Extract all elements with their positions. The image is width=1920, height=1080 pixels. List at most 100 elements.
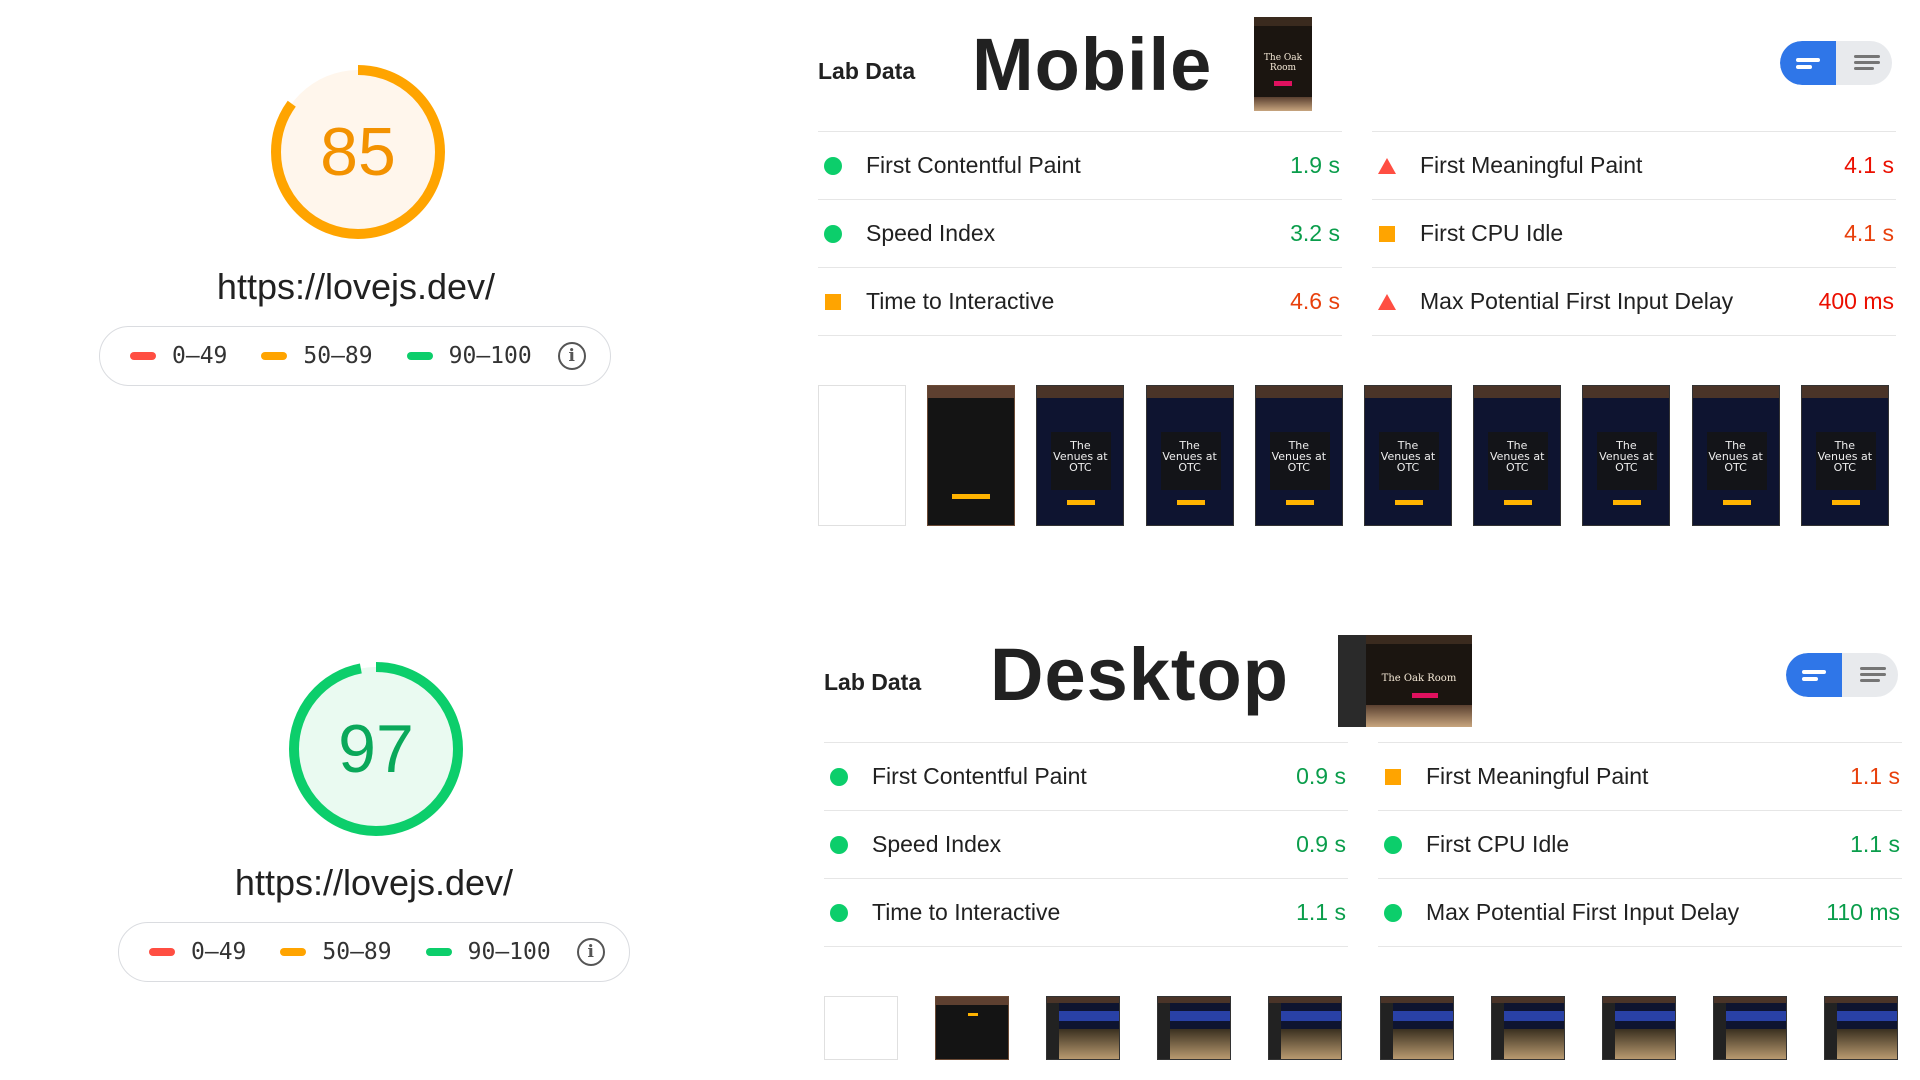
pass-circle-icon <box>830 903 848 922</box>
performance-score-gauge: 97 <box>284 657 468 841</box>
metric-label: First Contentful Paint <box>866 152 1081 178</box>
filmstrip-frame <box>1712 996 1787 1060</box>
filmstrip-frame <box>1490 996 1565 1060</box>
metric-label: First CPU Idle <box>1426 831 1570 857</box>
lab-data-title: Lab Data <box>824 669 922 695</box>
average-range-icon <box>280 948 307 956</box>
page-url: https://lovejs.dev/ <box>234 862 514 903</box>
filmstrip-frame: The Venues at OTC <box>1036 385 1125 526</box>
filmstrip-frame-blank <box>824 996 898 1060</box>
mobile-report: 85 https://lovejs.dev/ 0–49 50–89 90–100… <box>0 0 1920 560</box>
legend-item-fail: 0–49 <box>149 939 246 965</box>
metric-value: 1.9 s <box>1290 152 1340 178</box>
pass-circle-icon <box>1384 835 1402 854</box>
metric-label: Time to Interactive <box>866 288 1055 314</box>
filmstrip-frame-blank <box>818 385 906 526</box>
info-icon[interactable]: i <box>557 342 586 370</box>
filmstrip-frame: The Venues at OTC <box>1473 385 1562 526</box>
metric-value: 1.1 s <box>1296 899 1346 925</box>
average-square-icon <box>1385 768 1401 785</box>
fail-triangle-icon <box>1378 157 1396 174</box>
metric-label: Time to Interactive <box>872 899 1061 925</box>
average-square-icon <box>1379 225 1395 242</box>
pass-circle-icon <box>824 156 842 175</box>
metric-row: First CPU Idle 4.1 s <box>1372 200 1896 268</box>
pass-range-icon <box>406 352 433 360</box>
metric-value: 110 ms <box>1826 899 1900 925</box>
metric-value: 0.9 s <box>1296 831 1346 857</box>
fail-range-icon <box>130 352 156 360</box>
metric-row: First Meaningful Paint 1.1 s <box>1378 743 1902 811</box>
info-icon[interactable]: i <box>576 938 605 966</box>
score-legend: 0–49 50–89 90–100 i <box>99 326 611 386</box>
metric-row: Speed Index 0.9 s <box>824 811 1348 879</box>
filmstrip-frame: The Venues at OTC <box>1800 385 1889 526</box>
filmstrip-frame <box>1268 996 1343 1060</box>
metric-row: Speed Index 3.2 s <box>818 200 1342 268</box>
metric-value: 4.6 s <box>1290 288 1340 314</box>
filmstrip-frame <box>1823 996 1898 1060</box>
filmstrip-frame <box>1379 996 1454 1060</box>
metric-value: 4.1 s <box>1844 152 1894 178</box>
metric-row: Time to Interactive 4.6 s <box>818 268 1342 336</box>
lab-data-title: Lab Data <box>818 58 916 84</box>
metrics-column-left: First Contentful Paint 0.9 s Speed Index 0.… <box>824 742 1348 947</box>
pass-circle-icon <box>824 224 842 243</box>
metric-label: First Meaningful Paint <box>1420 152 1643 178</box>
view-toggle[interactable] <box>1786 653 1898 697</box>
metric-value: 4.1 s <box>1844 220 1894 246</box>
legend-item-average: 50–89 <box>261 343 373 369</box>
pass-circle-icon <box>830 767 848 786</box>
metric-row: First CPU Idle 1.1 s <box>1378 811 1902 879</box>
metric-row: Time to Interactive 1.1 s <box>824 879 1348 947</box>
toggle-compact-view[interactable] <box>1786 653 1842 697</box>
metric-label: Speed Index <box>866 220 996 246</box>
filmstrip-frame: The Venues at OTC <box>1254 385 1343 526</box>
metric-value: 400 ms <box>1818 288 1894 314</box>
device-title: Desktop <box>990 633 1289 716</box>
view-toggle[interactable] <box>1780 41 1892 85</box>
average-range-icon <box>261 352 288 360</box>
score-value: 85 <box>320 114 396 190</box>
metric-row: First Contentful Paint 1.9 s <box>818 132 1342 200</box>
filmstrip-frame: The Venues at OTC <box>1691 385 1780 526</box>
metrics-column-right: First Meaningful Paint 1.1 s First CPU Idl… <box>1378 742 1902 947</box>
score-legend: 0–49 50–89 90–100 i <box>118 922 630 982</box>
metric-row: Max Potential First Input Delay 110 ms <box>1378 879 1902 947</box>
fail-triangle-icon <box>1378 293 1396 310</box>
legend-item-fail: 0–49 <box>130 343 227 369</box>
metric-label: Max Potential First Input Delay <box>1426 899 1740 925</box>
filmstrip-frame: The Venues at OTC <box>1145 385 1234 526</box>
device-title: Mobile <box>972 23 1213 106</box>
metric-value: 1.1 s <box>1850 763 1900 789</box>
metric-label: First Meaningful Paint <box>1426 763 1649 789</box>
metric-row: Max Potential First Input Delay 400 ms <box>1372 268 1896 336</box>
legend-item-pass: 90–100 <box>425 939 551 965</box>
metric-row: First Contentful Paint 0.9 s <box>824 743 1348 811</box>
pass-range-icon <box>425 948 452 956</box>
metric-value: 0.9 s <box>1296 763 1346 789</box>
filmstrip-frame-loading <box>927 385 1016 526</box>
metric-row: First Meaningful Paint 4.1 s <box>1372 132 1896 200</box>
metric-label: First Contentful Paint <box>872 763 1087 789</box>
metric-label: Speed Index <box>872 831 1002 857</box>
score-value: 97 <box>338 711 414 787</box>
performance-score-gauge: 85 <box>266 60 450 244</box>
filmstrip-frame-loading <box>935 996 1010 1060</box>
pass-circle-icon <box>1384 903 1402 922</box>
fail-range-icon <box>149 948 175 956</box>
metric-value: 1.1 s <box>1850 831 1900 857</box>
toggle-compact-view[interactable] <box>1780 41 1836 85</box>
filmstrip-frame: The Venues at OTC <box>1364 385 1452 526</box>
metric-value: 3.2 s <box>1290 220 1340 246</box>
pass-circle-icon <box>830 835 848 854</box>
filmstrip-frame <box>1157 996 1232 1060</box>
metrics-column-right: First Meaningful Paint 4.1 s First CPU Idl… <box>1372 131 1896 336</box>
metrics-column-left: First Contentful Paint 1.9 s Speed Index 3.… <box>818 131 1342 336</box>
legend-item-pass: 90–100 <box>406 343 532 369</box>
final-screenshot-thumbnail: The Oak Room <box>1338 635 1472 727</box>
filmstrip-frame <box>1046 996 1121 1060</box>
final-screenshot-thumbnail: The Oak Room <box>1254 17 1312 111</box>
filmstrip <box>824 996 1898 1060</box>
filmstrip-frame: The Venues at OTC <box>1582 385 1671 526</box>
